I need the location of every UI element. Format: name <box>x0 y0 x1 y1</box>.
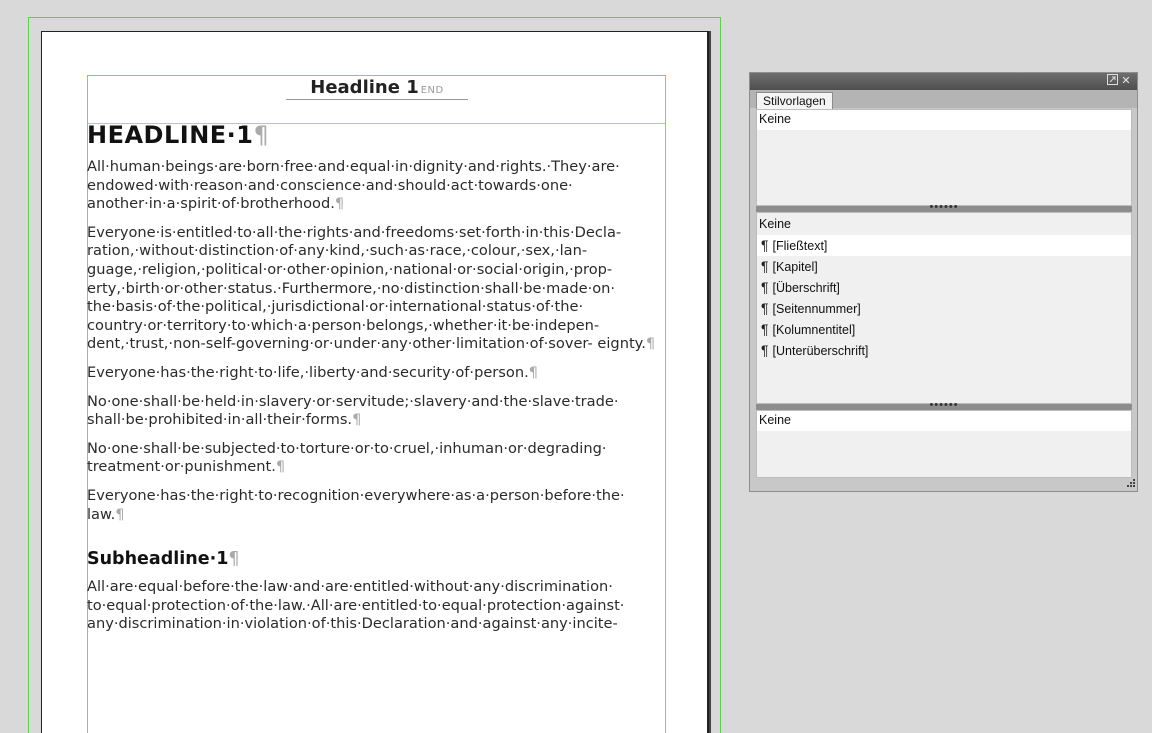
pilcrow-icon: ¶ <box>761 279 769 295</box>
pilcrow-mark: ¶ <box>334 195 345 213</box>
pilcrow-mark: ¶ <box>253 121 270 149</box>
tab-stilvorlagen[interactable]: Stilvorlagen <box>756 92 833 109</box>
style-item-label: [Seitennummer] <box>772 302 861 316</box>
paragraph[interactable]: All·human·beings·are·born·free·and·equal… <box>87 158 665 214</box>
body-text[interactable]: HEADLINE·1¶ All·human·beings·are·born·fr… <box>87 118 665 644</box>
paragraph-text: No·one·shall·be·subjected·to·torture·or·… <box>87 439 607 476</box>
paragraph-text: Everyone·has·the·right·to·recognition·ev… <box>87 486 625 523</box>
resize-grip-icon[interactable] <box>1126 478 1135 490</box>
pilcrow-mark: ¶ <box>645 335 656 353</box>
paragraph[interactable]: No·one·shall·be·subjected·to·torture·or·… <box>87 440 665 477</box>
pilcrow-mark: ¶ <box>115 505 125 523</box>
paragraph-text: All·human·beings·are·born·free·and·equal… <box>87 158 620 213</box>
paragraph-text: Everyone·is·entitled·to·all·the·rights·a… <box>87 223 646 353</box>
subheadline-text: Subheadline·1 <box>87 549 229 570</box>
pilcrow-icon: ¶ <box>761 258 769 274</box>
running-head: Headline 1 END <box>88 76 665 124</box>
style-group-section-1[interactable]: Keine <box>756 109 1132 206</box>
paragraph[interactable]: Everyone·has·the·right·to·recognition·ev… <box>87 487 665 524</box>
style-item-keine[interactable]: Keine <box>757 110 1131 130</box>
pilcrow-mark: ¶ <box>228 549 240 570</box>
style-item-label: [Fließtext] <box>772 239 828 253</box>
style-list-section[interactable]: Keine ¶ [Fließtext] ¶ [Kapitel] ¶ [Überschr… <box>756 212 1132 404</box>
pilcrow-icon: ¶ <box>761 300 769 316</box>
document-page[interactable]: Headline 1 END HEADLINE·1¶ All·human·bein… <box>41 31 709 733</box>
paragraph-text: Everyone·has·the·right·to·life,·liberty·… <box>87 363 529 381</box>
headline-text: HEADLINE·1 <box>87 121 254 149</box>
running-head-title: Headline 1 <box>310 77 419 98</box>
paragraph-text: All·are·equal·before·the·law·and·are·ent… <box>87 578 625 633</box>
style-item-label: [Überschrift] <box>772 281 840 295</box>
style-item-unterueberschrift[interactable]: ¶ [Unterüberschrift] <box>757 340 1131 361</box>
pilcrow-icon: ¶ <box>761 342 769 358</box>
pilcrow-mark: ¶ <box>528 363 539 381</box>
panel-tabbar: Stilvorlagen <box>750 90 1137 109</box>
panel-titlebar[interactable]: ✕ <box>750 73 1137 90</box>
pilcrow-icon: ¶ <box>761 321 769 337</box>
running-head-line: Headline 1 END <box>286 77 468 100</box>
style-group-section-3[interactable]: Keine <box>756 410 1132 478</box>
running-head-end-marker: END <box>420 85 444 96</box>
paragraph[interactable]: Everyone·is·entitled·to·all·the·rights·a… <box>87 224 665 354</box>
style-item-fliesstext[interactable]: ¶ [Fließtext] <box>757 235 1131 256</box>
style-item-keine[interactable]: Keine <box>757 411 1131 431</box>
style-item-ueberschrift[interactable]: ¶ [Überschrift] <box>757 277 1131 298</box>
close-icon[interactable]: ✕ <box>1119 74 1133 88</box>
headline-1[interactable]: HEADLINE·1¶ <box>87 118 665 156</box>
style-item-seitennummer[interactable]: ¶ [Seitennummer] <box>757 298 1131 319</box>
style-item-label: [Kapitel] <box>772 260 818 274</box>
pilcrow-icon: ¶ <box>761 237 769 253</box>
pilcrow-mark: ¶ <box>275 458 286 476</box>
paragraph-styles-panel[interactable]: ✕ Stilvorlagen Keine •••••• Keine ¶ [Flie… <box>749 72 1138 492</box>
style-item-kapitel[interactable]: ¶ [Kapitel] <box>757 256 1131 277</box>
expand-icon[interactable] <box>1105 74 1119 88</box>
pilcrow-mark: ¶ <box>352 411 362 429</box>
paragraph[interactable]: No·one·shall·be·held·in·slavery·or·servi… <box>87 393 665 430</box>
paragraph[interactable]: All·are·equal·before·the·law·and·are·ent… <box>87 578 665 634</box>
style-item-keine[interactable]: Keine <box>757 213 1131 235</box>
style-item-label: [Kolumnentitel] <box>772 323 856 337</box>
style-item-label: [Unterüberschrift] <box>772 344 869 358</box>
subheadline-1[interactable]: Subheadline·1¶ <box>87 548 665 570</box>
text-frame[interactable]: Headline 1 END HEADLINE·1¶ All·human·bein… <box>87 75 666 733</box>
paragraph[interactable]: Everyone·has·the·right·to·life,·liberty·… <box>87 364 665 383</box>
style-item-kolumnentitel[interactable]: ¶ [Kolumnentitel] <box>757 319 1131 340</box>
